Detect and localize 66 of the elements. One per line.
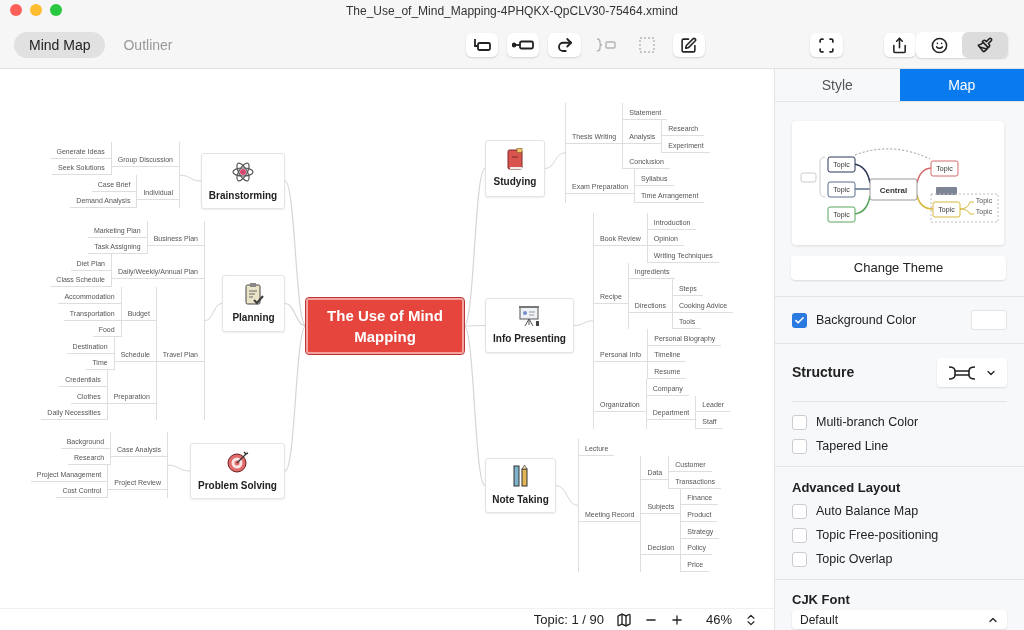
- checkbox-label: Auto Balance Map: [816, 503, 919, 521]
- panel-tab[interactable]: Map: [899, 69, 1024, 101]
- zoom-in-icon[interactable]: [669, 612, 684, 627]
- emoji-icon: [930, 36, 948, 54]
- section-title: Structure: [792, 363, 855, 382]
- view-tab[interactable]: Mind Map: [14, 32, 106, 58]
- panel-tab[interactable]: Style: [775, 69, 900, 101]
- check-icon: [794, 314, 805, 326]
- checkbox[interactable]: [792, 552, 807, 567]
- close-button[interactable]: [10, 4, 22, 16]
- central-topic[interactable]: The Use of Mind Mapping: [306, 298, 464, 354]
- topic-label: Studying: [493, 175, 537, 189]
- note-edit-icon: [680, 36, 698, 54]
- topic-card[interactable]: Info Presenting: [485, 298, 574, 353]
- dashed-square-icon: [639, 37, 656, 53]
- fullscreen-icon: [817, 36, 835, 54]
- topic-card[interactable]: Studying: [485, 140, 545, 197]
- checkbox[interactable]: [792, 504, 807, 519]
- panel-toggle-button[interactable]: [962, 32, 1008, 58]
- checkbox-label: Topic Free-positioning: [816, 527, 939, 545]
- topic-card[interactable]: Problem Solving: [190, 443, 285, 499]
- topic-card[interactable]: Note Taking: [485, 458, 556, 513]
- checkbox-label: Background Color: [816, 311, 917, 329]
- target-icon: [225, 449, 250, 474]
- zoom-level[interactable]: 46%: [705, 609, 732, 630]
- font-dropdown[interactable]: Default: [792, 610, 1007, 629]
- topic-card[interactable]: Brainstorming: [201, 153, 285, 209]
- toolbar-button[interactable]: [465, 33, 498, 57]
- topic-label: Info Presenting: [493, 332, 566, 346]
- checkbox[interactable]: [792, 415, 807, 430]
- topic-icon: [472, 38, 491, 52]
- toolbar-button[interactable]: [672, 33, 706, 57]
- subtopic-icon: [512, 40, 535, 50]
- topic-label: Note Taking: [492, 493, 549, 507]
- structure-dropdown[interactable]: [937, 358, 1007, 387]
- boundary-icon: [596, 38, 617, 52]
- color-swatch[interactable]: [971, 310, 1007, 330]
- toolbar-button[interactable]: [506, 33, 540, 57]
- change-theme-button[interactable]: Change Theme: [791, 256, 1006, 280]
- checkbox[interactable]: [792, 528, 807, 543]
- atom-icon: [231, 159, 255, 184]
- checkbox[interactable]: [792, 439, 807, 454]
- section-title: Advanced Layout: [792, 480, 902, 495]
- topic-label: Planning: [232, 311, 275, 325]
- topic-label: Problem Solving: [198, 478, 277, 493]
- checkbox-label: Topic Overlap: [816, 551, 893, 569]
- structure-icon: [947, 364, 977, 381]
- format-brush-icon: [977, 37, 993, 53]
- checkbox[interactable]: [792, 312, 807, 328]
- clipboard-check-icon: [243, 282, 264, 306]
- book-icon: [507, 148, 523, 170]
- section-title: CJK Font: [792, 592, 851, 607]
- presentation-board-icon: [517, 305, 542, 327]
- topic-count: Topic: 1 / 90: [533, 610, 604, 629]
- map-icon[interactable]: [615, 611, 632, 628]
- topic-label: Brainstorming: [208, 188, 278, 203]
- checkbox-label: Multi-branch Color: [816, 414, 919, 432]
- window-title: The_Use_of_Mind_Mapping-4PHQKX-QpCLV30-75464.xmind: [346, 3, 678, 20]
- toolbar-button[interactable]: [548, 33, 581, 57]
- checkbox-label: Tapered Line: [816, 438, 889, 456]
- pencils-icon: [511, 464, 530, 488]
- curved-arrow-icon: [555, 36, 574, 54]
- share-icon: [891, 36, 909, 54]
- toolbar-button[interactable]: [883, 33, 916, 57]
- topic-card[interactable]: Planning: [222, 275, 285, 332]
- toolbar-button[interactable]: [810, 33, 843, 57]
